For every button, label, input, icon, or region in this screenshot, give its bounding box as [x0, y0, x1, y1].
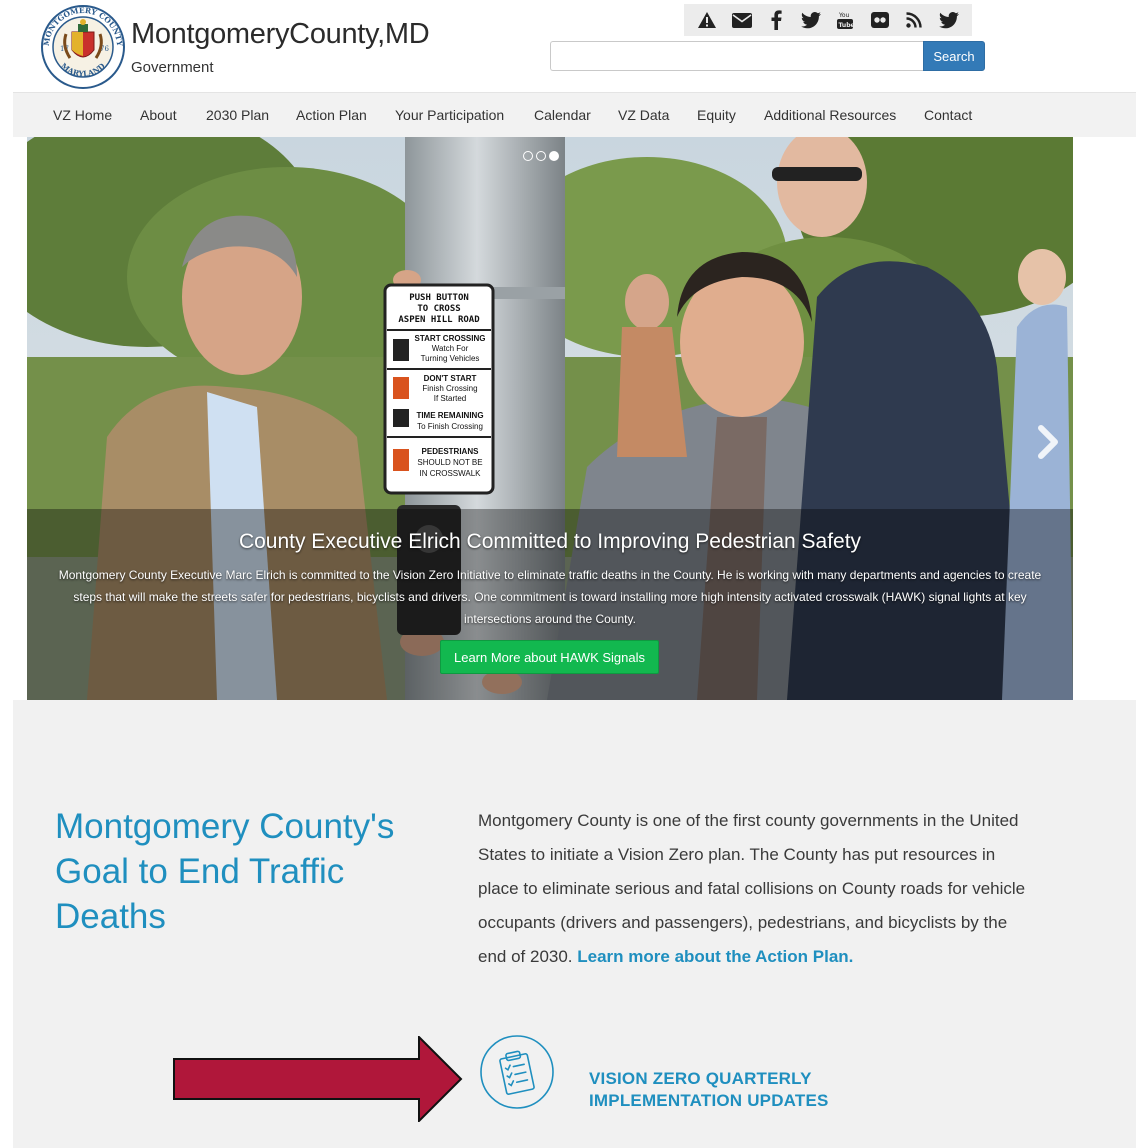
svg-text:Tube: Tube: [839, 22, 855, 29]
goal-heading: Montgomery County's Goal to End Traffic …: [55, 807, 395, 936]
carousel-dot-2[interactable]: [536, 151, 546, 161]
svg-text:If Started: If Started: [434, 394, 466, 403]
site-title[interactable]: MontgomeryCounty,MD: [131, 18, 430, 51]
carousel-dot-3[interactable]: [549, 151, 559, 161]
carousel-indicators: [523, 151, 559, 161]
nav-item-2030-plan[interactable]: 2030 Plan: [206, 107, 269, 123]
search-input[interactable]: [550, 41, 924, 71]
site-header: MONTGOMERY COUNTY MARYLAND 17 76 Montgom…: [0, 0, 1136, 92]
nav-item-your-participation[interactable]: Your Participation: [395, 107, 504, 123]
chevron-right-icon[interactable]: [1035, 425, 1061, 459]
svg-text:PEDESTRIANS: PEDESTRIANS: [422, 447, 480, 456]
carousel-dot-1[interactable]: [523, 151, 533, 161]
twitter-icon[interactable]: [938, 9, 960, 31]
site-subtitle: Government: [131, 59, 214, 76]
search-button[interactable]: Search: [923, 41, 985, 71]
action-plan-link[interactable]: Learn more about the Action Plan.: [577, 947, 853, 966]
svg-text:IN CROSSWALK: IN CROSSWALK: [419, 469, 481, 478]
nav-item-additional-resources[interactable]: Additional Resources: [764, 107, 896, 123]
hero-carousel[interactable]: PUSH BUTTON TO CROSS ASPEN HILL ROAD STA…: [27, 137, 1073, 700]
svg-text:TO CROSS: TO CROSS: [417, 304, 460, 314]
svg-text:START CROSSING: START CROSSING: [415, 334, 486, 343]
nav-item-action-plan[interactable]: Action Plan: [296, 107, 367, 123]
flickr-icon[interactable]: [869, 9, 891, 31]
nav-item-equity[interactable]: Equity: [697, 107, 736, 123]
goal-text: Montgomery County is one of the first co…: [478, 811, 1026, 966]
svg-text:To Finish Crossing: To Finish Crossing: [417, 422, 483, 431]
svg-text:ASPEN HILL ROAD: ASPEN HILL ROAD: [398, 315, 480, 325]
social-icons-bar: You Tube: [684, 4, 972, 36]
facebook-icon[interactable]: [765, 9, 787, 31]
rss-icon[interactable]: [903, 9, 925, 31]
svg-text:Watch For: Watch For: [432, 344, 469, 353]
county-seal-logo[interactable]: MONTGOMERY COUNTY MARYLAND 17 76: [40, 4, 126, 90]
svg-text:Turning Vehicles: Turning Vehicles: [421, 354, 480, 363]
goal-paragraph: Montgomery County is one of the first co…: [478, 804, 1038, 974]
learn-more-hawk-button[interactable]: Learn More about HAWK Signals: [440, 640, 659, 674]
carousel-caption-text: Montgomery County Executive Marc Elrich …: [58, 568, 1042, 626]
svg-text:Finish Crossing: Finish Crossing: [422, 384, 477, 393]
clipboard-checklist-icon[interactable]: [479, 1034, 555, 1110]
nav-item-contact[interactable]: Contact: [924, 107, 972, 123]
svg-text:DON'T START: DON'T START: [424, 374, 477, 383]
mail-icon[interactable]: [731, 9, 753, 31]
goal-section: Montgomery County's Goal to End Traffic …: [13, 700, 1136, 1148]
nav-item-vz-home[interactable]: VZ Home: [53, 107, 112, 123]
twitter-icon[interactable]: [800, 9, 822, 31]
svg-text:SHOULD NOT BE: SHOULD NOT BE: [417, 458, 482, 467]
svg-text:TIME REMAINING: TIME REMAINING: [416, 411, 483, 420]
svg-text:PUSH BUTTON: PUSH BUTTON: [409, 293, 469, 303]
youtube-icon[interactable]: You Tube: [834, 9, 856, 31]
nav-item-calendar[interactable]: Calendar: [534, 107, 591, 123]
quarterly-updates-link[interactable]: VISION ZERO QUARTERLY IMPLEMENTATION UPD…: [589, 1068, 909, 1112]
alert-icon[interactable]: [696, 9, 718, 31]
nav-item-vz-data[interactable]: VZ Data: [618, 107, 669, 123]
nav-item-about[interactable]: About: [140, 107, 177, 123]
svg-text:You: You: [838, 12, 850, 19]
pedestrian-sign: PUSH BUTTON TO CROSS ASPEN HILL ROAD STA…: [383, 283, 495, 495]
main-nav: VZ Home About 2030 Plan Action Plan Your…: [13, 92, 1136, 137]
carousel-caption-title: County Executive Elrich Committed to Imp…: [238, 530, 862, 553]
annotation-arrow-icon: [173, 1036, 463, 1122]
